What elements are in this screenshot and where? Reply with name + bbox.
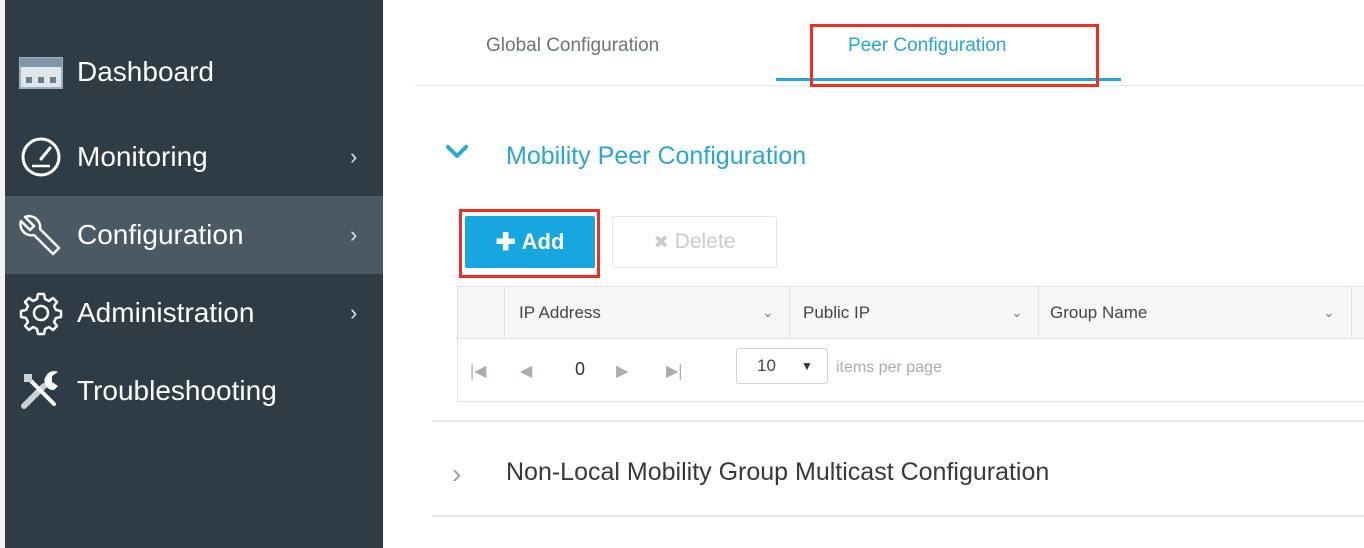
sidebar-item-administration[interactable]: Administration › (5, 274, 383, 352)
sidebar-item-monitoring[interactable]: Monitoring › (5, 118, 383, 196)
section-divider (432, 420, 1364, 422)
sidebar-item-label: Administration (77, 297, 255, 328)
plus-icon: ✚ (495, 228, 516, 256)
gear-icon (15, 291, 67, 336)
table-header: IP Address ⌄ Public IP ⌄ Group Name ⌄ (458, 287, 1364, 339)
close-icon: ✖ (653, 231, 669, 252)
page-size-select[interactable]: 10 ▼ (736, 348, 828, 384)
table-pager: |◀ ◀ 0 ▶ ▶| 10 ▼ items per page (458, 339, 1364, 401)
chevron-down-icon[interactable] (445, 140, 469, 164)
tabs-divider (415, 85, 1364, 86)
first-page-icon[interactable]: |◀ (470, 361, 486, 381)
next-page-icon[interactable]: ▶ (616, 361, 628, 381)
sidebar-nav: Dashboard Monitoring › Configuration › A… (0, 0, 383, 548)
section-title-non-local-mobility[interactable]: Non-Local Mobility Group Multicast Confi… (506, 458, 1049, 487)
column-public-ip[interactable]: Public IP (803, 287, 870, 339)
dashboard-icon (15, 50, 67, 94)
sidebar-item-configuration[interactable]: Configuration › (5, 196, 383, 274)
sidebar-item-troubleshooting[interactable]: Troubleshooting (5, 352, 383, 430)
chevron-right-icon: › (350, 222, 358, 247)
sidebar-item-label: Monitoring (77, 141, 208, 172)
chevron-right-icon[interactable]: › (452, 458, 461, 490)
last-page-icon[interactable]: ▶| (666, 361, 682, 381)
tab-peer-configuration[interactable]: Peer Configuration (848, 35, 1006, 57)
section-divider (432, 515, 1364, 517)
page-size-value: 10 (757, 356, 776, 375)
sidebar-item-dashboard[interactable]: Dashboard (5, 33, 383, 111)
delete-button-label: Delete (674, 230, 736, 253)
add-button-label: Add (521, 229, 565, 254)
current-page: 0 (575, 359, 586, 379)
items-per-page-label: items per page (836, 359, 942, 376)
column-separator (1351, 287, 1352, 339)
sidebar-item-label: Troubleshooting (77, 375, 277, 406)
dropdown-arrow-icon: ▼ (801, 359, 813, 373)
chevron-down-icon[interactable]: ⌄ (1323, 304, 1335, 321)
chevron-down-icon[interactable]: ⌄ (1011, 304, 1023, 321)
sidebar-item-label: Dashboard (77, 56, 214, 87)
column-ip-address[interactable]: IP Address (519, 287, 601, 339)
peer-table: IP Address ⌄ Public IP ⌄ Group Name ⌄ |◀… (457, 286, 1364, 402)
tools-icon (15, 369, 67, 413)
section-title-mobility-peer[interactable]: Mobility Peer Configuration (506, 142, 806, 171)
sidebar-item-label: Configuration (77, 219, 244, 250)
delete-button[interactable]: ✖ Delete (612, 216, 777, 268)
active-tab-indicator (776, 78, 1121, 81)
add-button[interactable]: ✚ Add (465, 216, 595, 268)
column-separator (504, 287, 505, 339)
column-separator (1038, 287, 1039, 339)
chevron-down-icon[interactable]: ⌄ (762, 304, 774, 321)
chevron-right-icon: › (350, 144, 358, 169)
gauge-icon (15, 135, 67, 179)
column-group-name[interactable]: Group Name (1050, 287, 1147, 339)
tab-global-configuration[interactable]: Global Configuration (486, 35, 659, 57)
wrench-icon (15, 213, 67, 257)
column-separator (789, 287, 790, 339)
prev-page-icon[interactable]: ◀ (520, 361, 532, 381)
chevron-right-icon: › (350, 300, 358, 325)
